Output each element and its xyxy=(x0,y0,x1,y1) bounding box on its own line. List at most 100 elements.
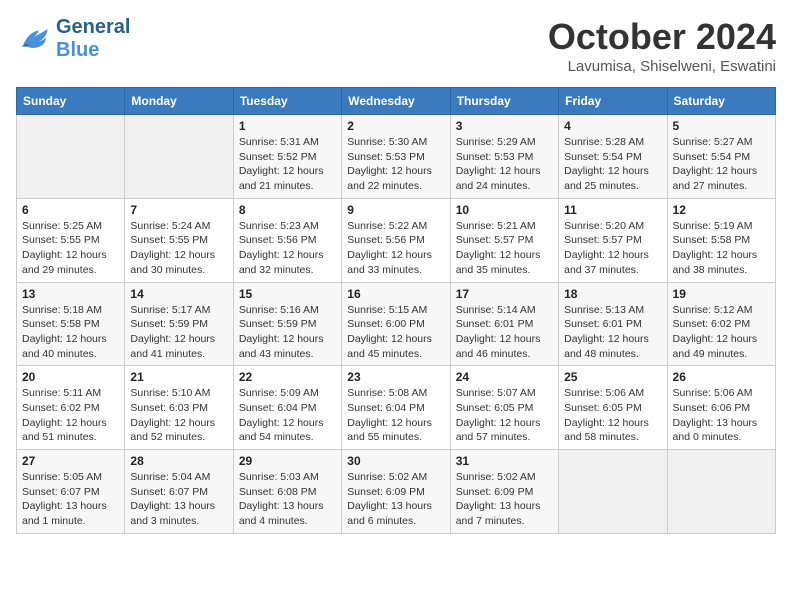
day-number: 20 xyxy=(22,370,119,384)
day-number: 17 xyxy=(456,287,553,301)
day-info: Sunrise: 5:02 AMSunset: 6:09 PMDaylight:… xyxy=(347,470,444,529)
page-header: General Blue October 2024 Lavumisa, Shis… xyxy=(16,16,776,75)
calendar-cell: 22 Sunrise: 5:09 AMSunset: 6:04 PMDayligh… xyxy=(233,366,341,450)
day-info: Sunrise: 5:22 AMSunset: 5:56 PMDaylight:… xyxy=(347,219,444,278)
day-number: 12 xyxy=(673,203,770,217)
logo: General Blue xyxy=(16,16,130,62)
day-info: Sunrise: 5:02 AMSunset: 6:09 PMDaylight:… xyxy=(456,470,553,529)
day-number: 16 xyxy=(347,287,444,301)
day-info: Sunrise: 5:18 AMSunset: 5:58 PMDaylight:… xyxy=(22,303,119,362)
day-info: Sunrise: 5:06 AMSunset: 6:05 PMDaylight:… xyxy=(564,386,661,445)
day-number: 28 xyxy=(130,454,227,468)
title-section: October 2024 Lavumisa, Shiselweni, Eswat… xyxy=(548,16,776,75)
day-info: Sunrise: 5:05 AMSunset: 6:07 PMDaylight:… xyxy=(22,470,119,529)
day-info: Sunrise: 5:20 AMSunset: 5:57 PMDaylight:… xyxy=(564,219,661,278)
calendar-cell: 5Sunrise: 5:27 AMSunset: 5:54 PMDaylight… xyxy=(667,115,775,199)
calendar-cell: 9 Sunrise: 5:22 AMSunset: 5:56 PMDaylight… xyxy=(342,198,450,282)
calendar-cell: 7 Sunrise: 5:24 AMSunset: 5:55 PMDaylight… xyxy=(125,198,233,282)
weekday-header-friday: Friday xyxy=(559,88,667,115)
calendar-cell: 18 Sunrise: 5:13 AMSunset: 6:01 PMDayligh… xyxy=(559,282,667,366)
day-info: Sunrise: 5:25 AMSunset: 5:55 PMDaylight:… xyxy=(22,219,119,278)
logo-general: General xyxy=(56,16,130,39)
day-info: Sunrise: 5:28 AMSunset: 5:54 PMDaylight:… xyxy=(564,135,661,194)
day-number: 30 xyxy=(347,454,444,468)
calendar-cell: 31Sunrise: 5:02 AMSunset: 6:09 PMDayligh… xyxy=(450,450,558,534)
day-info: Sunrise: 5:27 AMSunset: 5:54 PMDaylight:… xyxy=(673,135,770,194)
day-info: Sunrise: 5:16 AMSunset: 5:59 PMDaylight:… xyxy=(239,303,336,362)
day-number: 9 xyxy=(347,203,444,217)
calendar-cell: 13 Sunrise: 5:18 AMSunset: 5:58 PMDayligh… xyxy=(17,282,125,366)
calendar-week-row: 13 Sunrise: 5:18 AMSunset: 5:58 PMDayligh… xyxy=(17,282,776,366)
calendar-cell xyxy=(667,450,775,534)
day-number: 6 xyxy=(22,203,119,217)
calendar-cell: 4 Sunrise: 5:28 AMSunset: 5:54 PMDaylight… xyxy=(559,115,667,199)
day-number: 25 xyxy=(564,370,661,384)
day-info: Sunrise: 5:14 AMSunset: 6:01 PMDaylight:… xyxy=(456,303,553,362)
day-number: 4 xyxy=(564,119,661,133)
calendar-table: SundayMondayTuesdayWednesdayThursdayFrid… xyxy=(16,87,776,534)
calendar-cell: 10 Sunrise: 5:21 AMSunset: 5:57 PMDayligh… xyxy=(450,198,558,282)
logo-icon xyxy=(16,24,52,54)
calendar-week-row: 27 Sunrise: 5:05 AMSunset: 6:07 PMDayligh… xyxy=(17,450,776,534)
calendar-cell: 21 Sunrise: 5:10 AMSunset: 6:03 PMDayligh… xyxy=(125,366,233,450)
calendar-cell: 14 Sunrise: 5:17 AMSunset: 5:59 PMDayligh… xyxy=(125,282,233,366)
day-number: 19 xyxy=(673,287,770,301)
calendar-cell: 3Sunrise: 5:29 AMSunset: 5:53 PMDaylight… xyxy=(450,115,558,199)
calendar-cell: 29 Sunrise: 5:03 AMSunset: 6:08 PMDayligh… xyxy=(233,450,341,534)
logo-blue: Blue xyxy=(56,39,99,61)
day-number: 22 xyxy=(239,370,336,384)
calendar-week-row: 1Sunrise: 5:31 AMSunset: 5:52 PMDaylight… xyxy=(17,115,776,199)
calendar-cell: 28Sunrise: 5:04 AMSunset: 6:07 PMDayligh… xyxy=(125,450,233,534)
day-info: Sunrise: 5:06 AMSunset: 6:06 PMDaylight:… xyxy=(673,386,770,445)
calendar-cell: 25 Sunrise: 5:06 AMSunset: 6:05 PMDayligh… xyxy=(559,366,667,450)
day-number: 24 xyxy=(456,370,553,384)
calendar-cell: 19 Sunrise: 5:12 AMSunset: 6:02 PMDayligh… xyxy=(667,282,775,366)
day-info: Sunrise: 5:17 AMSunset: 5:59 PMDaylight:… xyxy=(130,303,227,362)
day-number: 2 xyxy=(347,119,444,133)
day-number: 11 xyxy=(564,203,661,217)
day-number: 14 xyxy=(130,287,227,301)
calendar-cell: 17 Sunrise: 5:14 AMSunset: 6:01 PMDayligh… xyxy=(450,282,558,366)
day-info: Sunrise: 5:11 AMSunset: 6:02 PMDaylight:… xyxy=(22,386,119,445)
calendar-cell xyxy=(559,450,667,534)
calendar-cell: 26 Sunrise: 5:06 AMSunset: 6:06 PMDayligh… xyxy=(667,366,775,450)
calendar-cell: 2 Sunrise: 5:30 AMSunset: 5:53 PMDaylight… xyxy=(342,115,450,199)
weekday-header-sunday: Sunday xyxy=(17,88,125,115)
calendar-cell: 11 Sunrise: 5:20 AMSunset: 5:57 PMDayligh… xyxy=(559,198,667,282)
calendar-week-row: 20 Sunrise: 5:11 AMSunset: 6:02 PMDayligh… xyxy=(17,366,776,450)
day-info: Sunrise: 5:03 AMSunset: 6:08 PMDaylight:… xyxy=(239,470,336,529)
calendar-cell: 1Sunrise: 5:31 AMSunset: 5:52 PMDaylight… xyxy=(233,115,341,199)
calendar-cell: 8Sunrise: 5:23 AMSunset: 5:56 PMDaylight… xyxy=(233,198,341,282)
month-title: October 2024 xyxy=(548,16,776,58)
calendar-cell: 20 Sunrise: 5:11 AMSunset: 6:02 PMDayligh… xyxy=(17,366,125,450)
calendar-cell: 15Sunrise: 5:16 AMSunset: 5:59 PMDayligh… xyxy=(233,282,341,366)
day-number: 29 xyxy=(239,454,336,468)
day-info: Sunrise: 5:23 AMSunset: 5:56 PMDaylight:… xyxy=(239,219,336,278)
day-number: 23 xyxy=(347,370,444,384)
calendar-cell xyxy=(125,115,233,199)
day-info: Sunrise: 5:12 AMSunset: 6:02 PMDaylight:… xyxy=(673,303,770,362)
weekday-header-saturday: Saturday xyxy=(667,88,775,115)
calendar-cell: 30 Sunrise: 5:02 AMSunset: 6:09 PMDayligh… xyxy=(342,450,450,534)
day-info: Sunrise: 5:08 AMSunset: 6:04 PMDaylight:… xyxy=(347,386,444,445)
day-info: Sunrise: 5:21 AMSunset: 5:57 PMDaylight:… xyxy=(456,219,553,278)
day-info: Sunrise: 5:30 AMSunset: 5:53 PMDaylight:… xyxy=(347,135,444,194)
day-info: Sunrise: 5:19 AMSunset: 5:58 PMDaylight:… xyxy=(673,219,770,278)
calendar-cell xyxy=(17,115,125,199)
day-info: Sunrise: 5:24 AMSunset: 5:55 PMDaylight:… xyxy=(130,219,227,278)
day-number: 7 xyxy=(130,203,227,217)
weekday-header-thursday: Thursday xyxy=(450,88,558,115)
day-info: Sunrise: 5:31 AMSunset: 5:52 PMDaylight:… xyxy=(239,135,336,194)
day-number: 27 xyxy=(22,454,119,468)
weekday-header-wednesday: Wednesday xyxy=(342,88,450,115)
day-info: Sunrise: 5:07 AMSunset: 6:05 PMDaylight:… xyxy=(456,386,553,445)
day-number: 21 xyxy=(130,370,227,384)
day-number: 18 xyxy=(564,287,661,301)
day-number: 13 xyxy=(22,287,119,301)
calendar-cell: 16Sunrise: 5:15 AMSunset: 6:00 PMDayligh… xyxy=(342,282,450,366)
day-info: Sunrise: 5:13 AMSunset: 6:01 PMDaylight:… xyxy=(564,303,661,362)
day-info: Sunrise: 5:10 AMSunset: 6:03 PMDaylight:… xyxy=(130,386,227,445)
day-number: 10 xyxy=(456,203,553,217)
day-info: Sunrise: 5:09 AMSunset: 6:04 PMDaylight:… xyxy=(239,386,336,445)
day-number: 26 xyxy=(673,370,770,384)
